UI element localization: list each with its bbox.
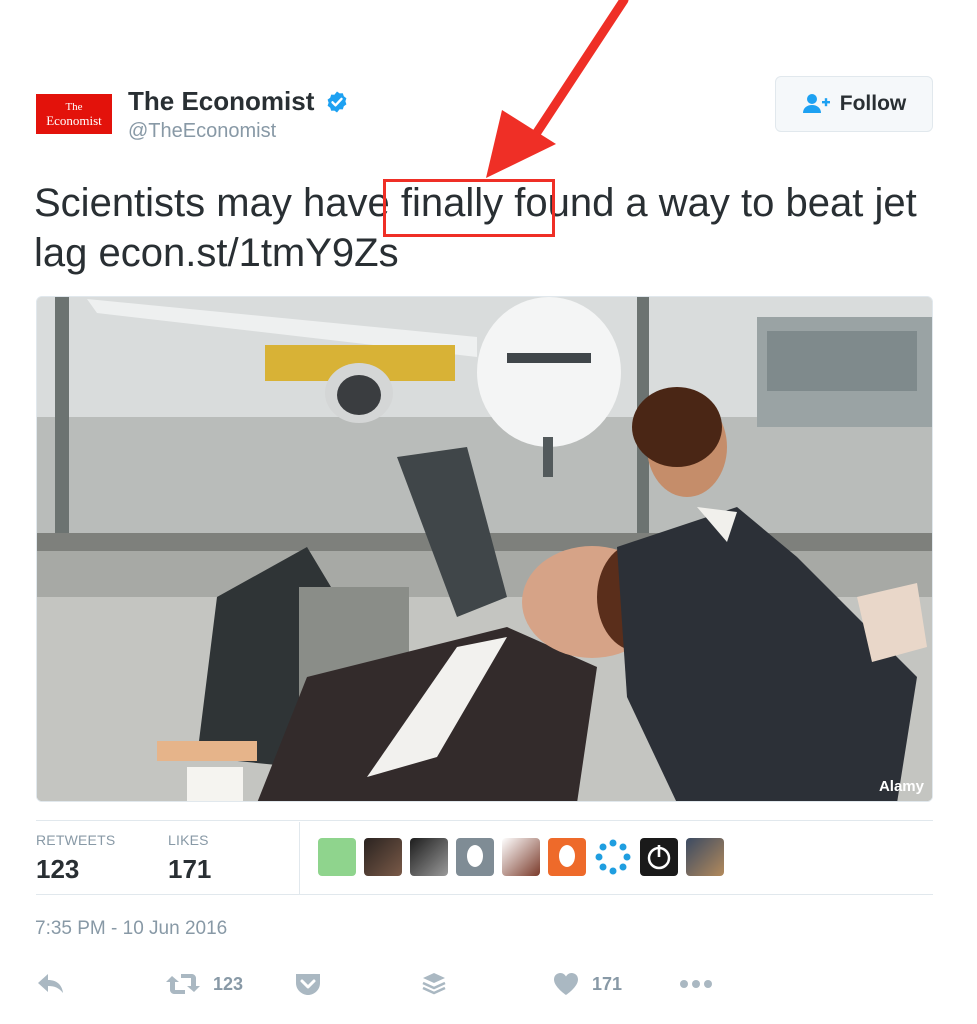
likers-avatars — [318, 838, 724, 876]
likes-label: LIKES — [168, 832, 209, 848]
tweet-text-before: Scientists may have — [34, 181, 401, 225]
stats-bottom-divider — [36, 894, 933, 895]
stats-vertical-divider — [299, 822, 300, 894]
tweet-timestamp[interactable]: 7:35 PM - 10 Jun 2016 — [35, 918, 227, 940]
retweet-count: 123 — [213, 973, 244, 994]
liker-avatar[interactable] — [502, 838, 540, 876]
reply-button[interactable] — [36, 966, 66, 1002]
buffer-icon — [422, 973, 446, 995]
retweet-icon — [166, 974, 200, 994]
pocket-button[interactable] — [294, 966, 322, 1002]
liker-avatar[interactable] — [640, 838, 678, 876]
retweets-label: RETWEETS — [36, 832, 116, 848]
stats-top-divider — [36, 820, 933, 821]
heart-icon — [554, 973, 578, 995]
avatar-logo-line2: Economist — [46, 112, 102, 128]
more-button[interactable] — [679, 966, 713, 1002]
liker-avatar[interactable] — [594, 838, 632, 876]
liker-avatar[interactable] — [686, 838, 724, 876]
liker-avatar[interactable] — [456, 838, 494, 876]
likes-value: 171 — [168, 854, 212, 884]
annotation-highlight-box — [383, 179, 555, 237]
liker-avatar[interactable] — [364, 838, 402, 876]
pocket-icon — [296, 974, 320, 995]
follow-button-label: Follow — [839, 92, 907, 115]
retweets-value: 123 — [36, 854, 80, 884]
airport-scene-image — [37, 297, 932, 801]
retweets-stat[interactable]: RETWEETS 123 — [36, 832, 115, 885]
reply-icon — [38, 974, 63, 993]
like-button[interactable]: 171 — [552, 966, 622, 1002]
liker-avatar[interactable] — [410, 838, 448, 876]
liker-avatar[interactable] — [318, 838, 356, 876]
buffer-button[interactable] — [420, 966, 448, 1002]
avatar-logo-line1: The — [65, 100, 83, 113]
display-name[interactable]: The Economist — [128, 86, 314, 117]
photo-credit: Alamy — [878, 778, 924, 795]
user-handle[interactable]: @TheEconomist — [128, 120, 349, 143]
retweet-button[interactable]: 123 — [165, 966, 243, 1002]
tweet-photo[interactable]: Alamy — [36, 296, 933, 802]
verified-badge-icon — [327, 91, 347, 112]
add-user-icon — [802, 94, 830, 113]
like-count: 171 — [592, 973, 623, 994]
more-icon — [680, 980, 712, 988]
user-info: The Economist @TheEconomist — [128, 86, 349, 143]
liker-avatar[interactable] — [548, 838, 586, 876]
likes-stat[interactable]: LIKES 171 — [168, 832, 211, 885]
follow-button[interactable]: Follow — [775, 76, 933, 132]
avatar[interactable]: The Economist — [36, 94, 112, 134]
